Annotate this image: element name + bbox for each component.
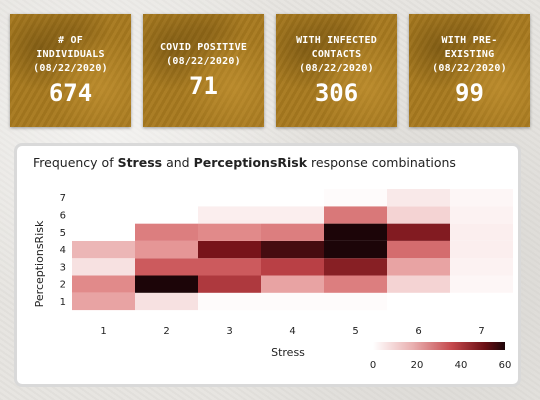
chart-title-var2: PerceptionsRisk (193, 155, 308, 170)
card-individuals-value: 674 (48, 78, 93, 107)
x-tick-label: 3 (226, 326, 232, 337)
heatmap-cell (450, 206, 513, 224)
heatmap-cell (324, 189, 387, 207)
x-tick-label: 6 (415, 326, 421, 337)
heatmap-cell (198, 240, 261, 259)
heatmap-cell (198, 189, 261, 207)
x-tick-label: 7 (478, 326, 484, 337)
heatmap-cell (324, 240, 387, 259)
heatmap-cell (324, 223, 387, 241)
heatmap-cell (72, 206, 135, 224)
chart-title: Frequency of Stress and PerceptionsRisk … (33, 155, 456, 170)
chart-title-prefix: Frequency of (33, 155, 118, 170)
card-covid-positive-label: COVID POSITIVE (08/22/2020) (159, 41, 248, 67)
heatmap-cell (198, 206, 261, 224)
chart-title-var1: Stress (117, 155, 163, 170)
colorbar (373, 342, 505, 350)
heatmap-cell (72, 292, 135, 311)
colorbar-tick-labels: 0 20 40 60 (370, 360, 512, 371)
heatmap-cell (450, 275, 513, 293)
heatmap-cell (387, 206, 450, 224)
card-pre-existing-label: WITH PRE- EXISTING (08/22/2020) (432, 34, 507, 74)
y-tick-label: 4 (60, 245, 66, 256)
heatmap-cell (261, 206, 324, 224)
card-individuals-label: # OF INDIVIDUALS (08/22/2020) (33, 34, 108, 74)
heatmap-cell (387, 275, 450, 293)
x-tick-label: 4 (289, 326, 295, 337)
heatmap-cell (135, 292, 198, 311)
heatmap-cell (261, 275, 324, 293)
chart-title-suffix: response combinations (307, 155, 456, 170)
heatmap-cell (135, 189, 198, 207)
colorbar-tick-label: 40 (455, 360, 468, 371)
heatmap-cell (198, 258, 261, 276)
heatmap-cell (72, 240, 135, 259)
heatmap-cell (261, 258, 324, 276)
y-tick-label: 6 (60, 211, 66, 222)
heatmap-cell (261, 223, 324, 241)
colorbar-tick-label: 0 (370, 360, 376, 371)
heatmap-cell (450, 240, 513, 259)
heatmap-cell (135, 258, 198, 276)
heatmap-panel: Frequency of Stress and PerceptionsRisk … (14, 143, 521, 387)
heatmap-cell (72, 275, 135, 293)
colorbar-tick-label: 60 (499, 360, 512, 371)
heatmap-cell (387, 292, 450, 311)
x-axis-label: Stress (271, 346, 305, 359)
y-tick-label: 3 (60, 262, 66, 273)
heatmap-cells (72, 189, 513, 311)
y-tick-label: 1 (60, 297, 66, 308)
heatmap-cell (135, 275, 198, 293)
heatmap-cell (324, 206, 387, 224)
heatmap-cell (198, 223, 261, 241)
heatmap-cell (198, 275, 261, 293)
y-tick-labels: 1 2 3 4 5 6 7 (60, 193, 66, 308)
heatmap-cell (72, 189, 135, 207)
heatmap-cell (324, 275, 387, 293)
heatmap-cell (324, 258, 387, 276)
heatmap-cell (72, 258, 135, 276)
card-pre-existing: WITH PRE- EXISTING (08/22/2020) 99 (409, 14, 530, 127)
y-tick-label: 7 (60, 193, 66, 204)
card-infected-contacts: WITH INFECTED CONTACTS (08/22/2020) 306 (276, 14, 397, 127)
heatmap-cell (387, 258, 450, 276)
heatmap-cell (450, 258, 513, 276)
colorbar-tick-label: 20 (411, 360, 424, 371)
heatmap-cell (450, 223, 513, 241)
card-pre-existing-value: 99 (455, 78, 484, 107)
heatmap-cell (135, 240, 198, 259)
heatmap-cell (261, 189, 324, 207)
x-tick-label: 1 (100, 326, 106, 337)
heatmap-cell (135, 206, 198, 224)
heatmap-cell (387, 240, 450, 259)
x-tick-label: 5 (352, 326, 358, 337)
heatmap-cell (450, 189, 513, 207)
card-individuals: # OF INDIVIDUALS (08/22/2020) 674 (10, 14, 131, 127)
heatmap-chart: 1 2 3 4 5 6 7 1 2 3 4 5 6 7 Stress PerceptionsRisk 0… (33, 189, 513, 371)
y-tick-label: 2 (60, 280, 66, 291)
heatmap-cell (324, 292, 387, 311)
card-infected-contacts-value: 306 (314, 78, 359, 107)
heatmap-cell (198, 292, 261, 311)
card-covid-positive-value: 71 (189, 71, 218, 100)
heatmap-cell (261, 292, 324, 311)
x-tick-label: 2 (163, 326, 169, 337)
heatmap-cell (450, 292, 513, 311)
card-covid-positive: COVID POSITIVE (08/22/2020) 71 (143, 14, 264, 127)
heatmap-cell (387, 189, 450, 207)
heatmap-cell (387, 223, 450, 241)
heatmap-cell (261, 240, 324, 259)
y-tick-label: 5 (60, 228, 66, 239)
heatmap-cell (72, 223, 135, 241)
x-tick-labels: 1 2 3 4 5 6 7 (100, 326, 484, 337)
heatmap-cell (135, 223, 198, 241)
chart-title-mid: and (162, 155, 194, 170)
y-axis-label: PerceptionsRisk (33, 220, 46, 307)
card-infected-contacts-label: WITH INFECTED CONTACTS (08/22/2020) (296, 34, 377, 74)
